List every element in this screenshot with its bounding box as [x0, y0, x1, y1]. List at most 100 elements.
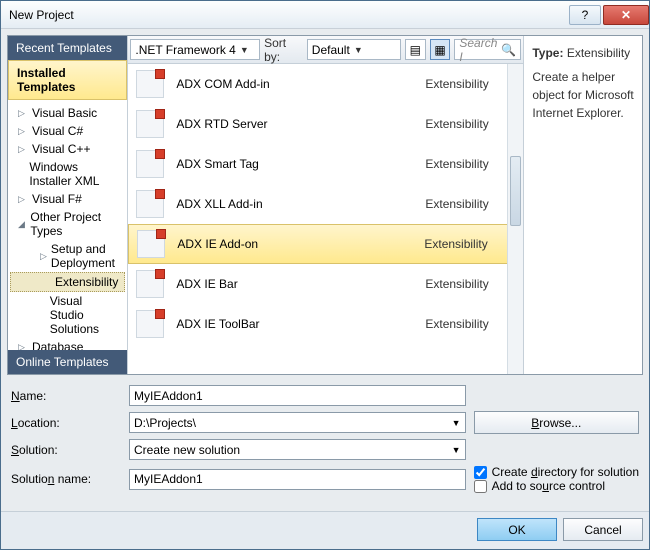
template-icon — [136, 310, 164, 338]
template-category: Extensibility — [425, 77, 515, 91]
tree-item-label: Visual C# — [32, 124, 83, 138]
sortby-label: Sort by: — [264, 36, 303, 64]
small-icons-icon: ▤ — [410, 43, 421, 57]
template-row[interactable]: ADX Smart TagExtensibility — [128, 144, 523, 184]
button-bar: OK Cancel — [1, 511, 649, 549]
location-dropdown[interactable]: D:\Projects\ ▼ — [129, 412, 466, 433]
details-type-row: Type: Extensibility — [532, 44, 634, 62]
create-directory-checkbox-row[interactable]: Create directory for solution — [474, 465, 639, 479]
expand-icon[interactable]: ▷ — [18, 144, 28, 155]
tree-item[interactable]: ▷Visual F# — [10, 190, 125, 208]
close-button[interactable]: ✕ — [603, 5, 649, 25]
close-icon: ✕ — [621, 8, 631, 22]
template-row[interactable]: ADX RTD ServerExtensibility — [128, 104, 523, 144]
framework-label: .NET Framework 4 — [135, 43, 235, 57]
template-name: ADX COM Add-in — [176, 77, 413, 91]
solution-label: Solution: — [11, 443, 121, 457]
tree-item-label: Windows Installer XML — [29, 160, 119, 188]
tree-item-label: Setup and Deployment — [51, 242, 119, 270]
search-placeholder: Search I — [459, 36, 497, 64]
recent-templates-header[interactable]: Recent Templates — [8, 36, 127, 60]
online-templates-header[interactable]: Online Templates — [8, 350, 127, 374]
search-icon: 🔍 — [501, 43, 516, 57]
template-toolbar: .NET Framework 4 ▼ Sort by: Default ▼ ▤ … — [128, 36, 523, 64]
browse-button[interactable]: Browse... — [474, 411, 639, 434]
medium-icons-icon: ▦ — [434, 43, 445, 57]
checkbox-column: Create directory for solution Add to sou… — [474, 465, 639, 493]
details-type-value: Extensibility — [567, 46, 630, 60]
expand-icon[interactable]: ▷ — [18, 126, 28, 137]
template-icon — [136, 150, 164, 178]
chevron-down-icon: ▼ — [452, 445, 461, 455]
window-title: New Project — [9, 8, 567, 22]
scrollbar[interactable] — [507, 64, 523, 374]
project-form: Name: Location: D:\Projects\ ▼ Browse...… — [7, 379, 643, 497]
source-control-checkbox-row[interactable]: Add to source control — [474, 479, 639, 493]
template-icon — [136, 110, 164, 138]
tree-item[interactable]: ▷ Visual C# — [10, 122, 125, 140]
template-category: Extensibility — [425, 197, 515, 211]
template-icon — [136, 270, 164, 298]
expand-icon[interactable]: ▷ — [18, 342, 28, 351]
source-control-checkbox[interactable] — [474, 480, 487, 493]
tree-item-label: Visual C++ — [32, 142, 90, 156]
source-control-label: Add to source control — [492, 479, 605, 493]
chevron-down-icon: ▼ — [452, 418, 461, 428]
solution-name-label: Solution name: — [11, 472, 121, 486]
main-row: Recent Templates Installed Templates ▷Vi… — [7, 35, 643, 375]
solution-name-input[interactable] — [129, 469, 466, 490]
template-row[interactable]: ADX IE BarExtensibility — [128, 264, 523, 304]
details-panel: Type: Extensibility Create a helper obje… — [524, 36, 642, 374]
create-directory-checkbox[interactable] — [474, 466, 487, 479]
template-list[interactable]: ADX COM Add-inExtensibilityADX RTD Serve… — [128, 64, 523, 374]
solution-value: Create new solution — [134, 443, 240, 457]
name-label: Name: — [11, 389, 121, 403]
tree-item[interactable]: Windows Installer XML — [10, 158, 125, 190]
solution-dropdown[interactable]: Create new solution ▼ — [129, 439, 466, 460]
details-type-label: Type: — [532, 46, 563, 60]
ok-button[interactable]: OK — [477, 518, 557, 541]
tree-item[interactable]: ▷ Visual C++ — [10, 140, 125, 158]
expand-icon[interactable]: ▷ — [18, 194, 28, 205]
tree-item[interactable]: ▷ Database — [10, 338, 125, 350]
template-icon — [136, 190, 164, 218]
template-row[interactable]: ADX XLL Add-in Extensibility — [128, 184, 523, 224]
name-input[interactable] — [129, 385, 466, 406]
location-label: Location: — [11, 416, 121, 430]
tree-item[interactable]: ▷ Visual Basic — [10, 104, 125, 122]
help-button[interactable]: ? — [569, 5, 601, 25]
tree-item-label: Database — [32, 340, 83, 350]
framework-dropdown[interactable]: .NET Framework 4 ▼ — [130, 39, 260, 60]
installed-templates-header[interactable]: Installed Templates — [8, 60, 127, 100]
template-name: ADX IE Bar — [176, 277, 413, 291]
template-name: ADX IE Add-on — [177, 237, 412, 251]
sortby-dropdown[interactable]: Default ▼ — [307, 39, 401, 60]
search-input[interactable]: Search I 🔍 — [454, 39, 521, 60]
titlebar[interactable]: New Project ? ✕ — [1, 1, 649, 29]
chevron-down-icon: ▼ — [240, 45, 249, 55]
template-row[interactable]: ADX COM Add-in Extensibility — [128, 64, 523, 104]
cancel-button[interactable]: Cancel — [563, 518, 643, 541]
template-name: ADX Smart Tag — [176, 157, 413, 171]
tree-item[interactable]: Visual Studio Solutions — [10, 292, 125, 338]
tree-item[interactable]: ◢Other Project Types — [10, 208, 125, 240]
scrollbar-thumb[interactable] — [510, 156, 521, 226]
sortby-value: Default — [312, 43, 350, 57]
template-name: ADX XLL Add-in — [176, 197, 413, 211]
template-name: ADX IE ToolBar — [176, 317, 413, 331]
template-row[interactable]: ADX IE Add-onExtensibility — [128, 224, 523, 264]
templates-sidebar: Recent Templates Installed Templates ▷Vi… — [8, 36, 128, 374]
template-row[interactable]: ADX IE ToolBarExtensibility — [128, 304, 523, 344]
view-medium-icons-button[interactable]: ▦ — [430, 39, 451, 60]
expand-icon[interactable]: ▷ — [18, 108, 28, 119]
template-category: Extensibility — [425, 117, 515, 131]
expand-icon[interactable]: ◢ — [18, 219, 26, 230]
tree-item-label: Visual Basic — [32, 106, 97, 120]
tree-item[interactable]: ▷ Setup and Deployment — [10, 240, 125, 272]
view-small-icons-button[interactable]: ▤ — [405, 39, 426, 60]
tree-item-label: Visual Studio Solutions — [50, 294, 120, 336]
expand-icon[interactable]: ▷ — [40, 251, 47, 262]
tree-item[interactable]: Extensibility — [10, 272, 125, 292]
template-icon — [137, 230, 165, 258]
create-directory-label: Create directory for solution — [492, 465, 639, 479]
